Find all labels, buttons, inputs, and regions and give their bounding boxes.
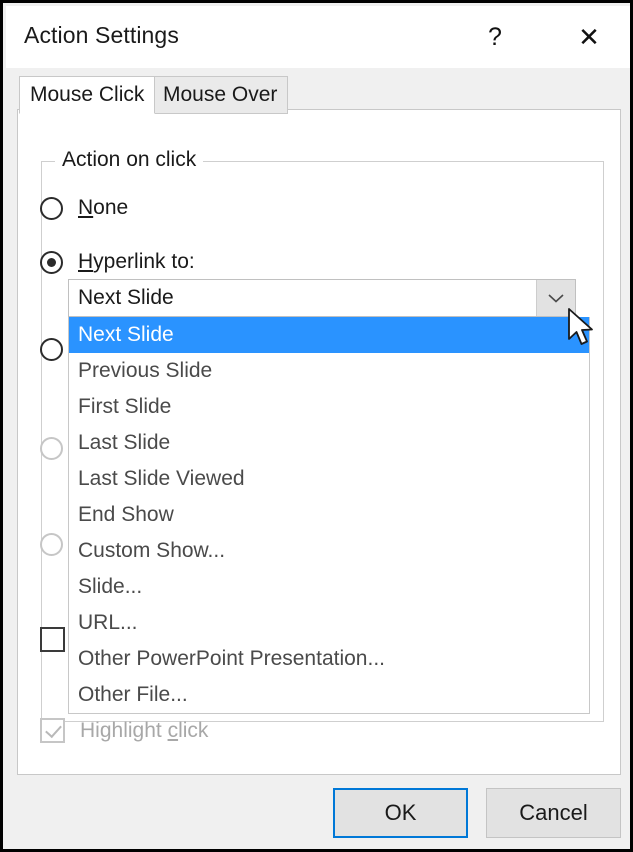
checkbox-play-sound[interactable]: [40, 627, 65, 652]
cancel-button-label: Cancel: [519, 800, 587, 826]
checkbox-row-highlight-click[interactable]: Highlight click: [40, 718, 208, 743]
dropdown-item[interactable]: Last Slide: [69, 425, 589, 461]
hyperlink-to-dropdown-list[interactable]: Next SlidePrevious SlideFirst SlideLast …: [68, 317, 590, 714]
dropdown-item[interactable]: First Slide: [69, 389, 589, 425]
action-settings-dialog: Action Settings ? ✕ Mouse Click Mouse Ov…: [0, 0, 633, 852]
dropdown-item[interactable]: End Show: [69, 497, 589, 533]
checkbox-highlight-click[interactable]: [40, 718, 65, 743]
group-label: Action on click: [55, 148, 203, 172]
dialog-footer: OK Cancel: [6, 775, 633, 852]
dropdown-item[interactable]: Slide...: [69, 569, 589, 605]
highlight-click-text-before: Highlight: [80, 719, 168, 742]
dropdown-item[interactable]: Last Slide Viewed: [69, 461, 589, 497]
radio-none-accel: N: [78, 196, 93, 219]
radio-row-obscured-3[interactable]: [40, 533, 63, 556]
radio-none-label: None: [78, 196, 128, 220]
tab-mouse-click-label: Mouse Click: [30, 83, 144, 107]
radio-row-none[interactable]: None: [40, 196, 128, 220]
radio-hyperlink-to[interactable]: [40, 251, 63, 274]
dropdown-item[interactable]: Next Slide: [69, 317, 589, 353]
radio-hyperlink-to-label: Hyperlink to:: [78, 250, 195, 274]
dialog-title: Action Settings: [24, 22, 179, 49]
ok-button-label: OK: [385, 800, 417, 826]
title-bar: Action Settings ? ✕: [6, 6, 633, 68]
radio-row-obscured-1[interactable]: [40, 338, 63, 361]
radio-run-program[interactable]: [40, 338, 63, 361]
dropdown-item[interactable]: Other File...: [69, 677, 589, 713]
radio-run-macro[interactable]: [40, 437, 63, 460]
checkbox-row-play-sound[interactable]: [40, 627, 65, 652]
radio-none-text: one: [93, 196, 128, 219]
help-icon[interactable]: ?: [472, 14, 518, 60]
radio-row-obscured-2[interactable]: [40, 437, 63, 460]
dropdown-item[interactable]: Previous Slide: [69, 353, 589, 389]
radio-none[interactable]: [40, 197, 63, 220]
close-icon[interactable]: ✕: [566, 14, 612, 60]
dropdown-item[interactable]: Custom Show...: [69, 533, 589, 569]
hyperlink-to-combobox-value: Next Slide: [78, 286, 174, 310]
dropdown-item[interactable]: URL...: [69, 605, 589, 641]
dropdown-item[interactable]: Other PowerPoint Presentation...: [69, 641, 589, 677]
ok-button[interactable]: OK: [333, 788, 468, 838]
tab-mouse-click[interactable]: Mouse Click: [19, 76, 155, 114]
highlight-click-text-after: lick: [178, 719, 208, 742]
hyperlink-to-combobox[interactable]: Next Slide: [68, 279, 576, 317]
radio-hyperlink-text: yperlink to:: [93, 250, 195, 273]
highlight-click-accel: c: [168, 719, 179, 742]
radio-hyperlink-accel: H: [78, 250, 93, 273]
checkbox-highlight-click-label: Highlight click: [80, 719, 208, 743]
tab-mouse-over-label: Mouse Over: [163, 83, 277, 107]
radio-row-hyperlink-to[interactable]: Hyperlink to:: [40, 250, 195, 274]
cancel-button[interactable]: Cancel: [486, 788, 621, 838]
chevron-down-icon[interactable]: [536, 280, 575, 316]
radio-object-action[interactable]: [40, 533, 63, 556]
tab-mouse-over[interactable]: Mouse Over: [152, 76, 288, 114]
